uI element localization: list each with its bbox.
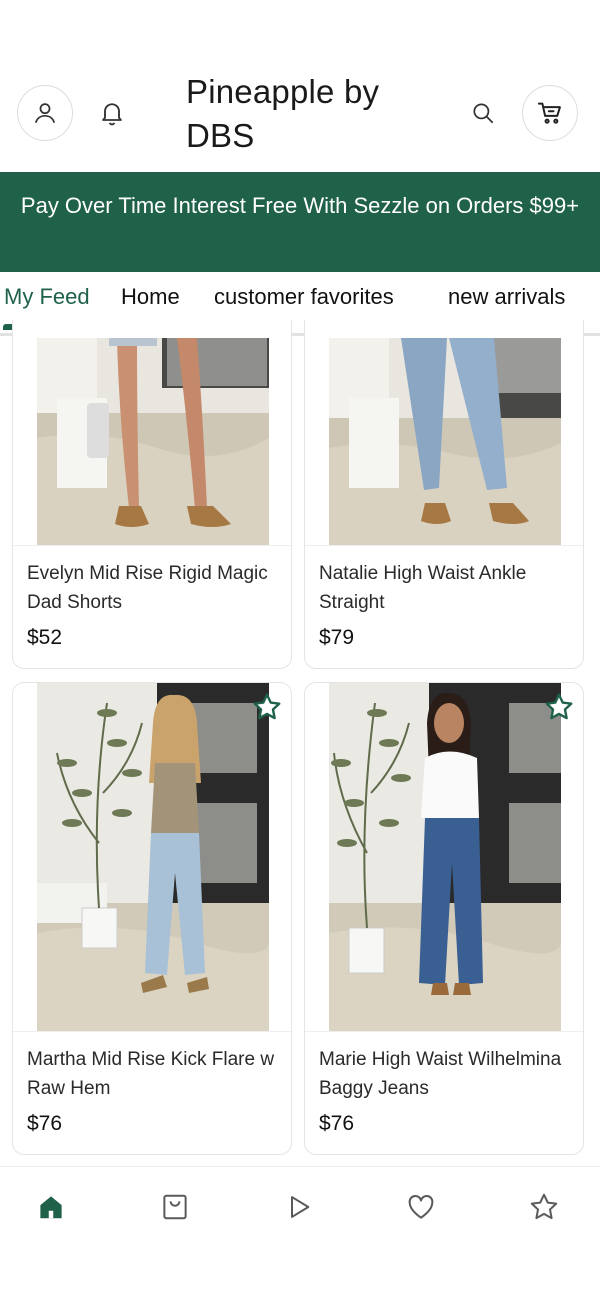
product-image[interactable] xyxy=(329,683,561,1031)
shopping-bag-icon xyxy=(163,1194,187,1220)
product-price: $79 xyxy=(319,626,355,649)
cart-icon xyxy=(537,102,561,124)
nav-wishlist[interactable] xyxy=(401,1187,441,1227)
cart-button[interactable] xyxy=(522,85,578,141)
bell-icon xyxy=(102,103,122,126)
product-card[interactable]: Evelyn Mid Rise Rigid Magic Dad Shorts $… xyxy=(12,320,292,669)
heart-icon xyxy=(408,1195,434,1219)
product-info: Martha Mid Rise Kick Flare w Raw Hem $76 xyxy=(27,1045,281,1136)
product-price: $52 xyxy=(27,626,63,649)
search-button[interactable] xyxy=(463,93,503,133)
product-name[interactable]: Martha Mid Rise Kick Flare w Raw Hem xyxy=(27,1045,281,1103)
search-icon xyxy=(473,103,494,124)
home-icon xyxy=(40,1196,62,1219)
product-info: Evelyn Mid Rise Rigid Magic Dad Shorts $… xyxy=(27,559,281,650)
product-info: Natalie High Waist Ankle Straight $79 xyxy=(319,559,573,650)
product-price: $76 xyxy=(319,1112,355,1135)
nav-home[interactable] xyxy=(31,1187,71,1227)
tab-new-arrivals[interactable]: new arrivals xyxy=(448,284,565,310)
play-icon xyxy=(291,1196,310,1218)
star-icon xyxy=(530,1193,558,1220)
tab-home[interactable]: Home xyxy=(121,284,180,310)
nav-shop[interactable] xyxy=(155,1187,195,1227)
app-header: Pineapple by DBS xyxy=(0,62,600,170)
product-price: $76 xyxy=(27,1112,63,1135)
promo-banner[interactable]: Pay Over Time Interest Free With Sezzle … xyxy=(0,172,600,272)
product-card[interactable]: Natalie High Waist Ankle Straight $79 xyxy=(304,320,584,669)
card-divider xyxy=(305,1031,583,1032)
favorite-star-icon[interactable] xyxy=(543,691,575,723)
promo-banner-text: Pay Over Time Interest Free With Sezzle … xyxy=(20,193,580,218)
notifications-button[interactable] xyxy=(92,93,132,133)
account-button[interactable] xyxy=(17,85,73,141)
product-name[interactable]: Evelyn Mid Rise Rigid Magic Dad Shorts xyxy=(27,559,281,617)
product-name[interactable]: Marie High Waist Wilhelmina Baggy Jeans xyxy=(319,1045,573,1103)
product-image[interactable] xyxy=(37,338,269,545)
product-image[interactable] xyxy=(37,683,269,1031)
card-divider xyxy=(13,1031,291,1032)
account-icon xyxy=(34,103,56,124)
product-image[interactable] xyxy=(329,338,561,545)
product-card[interactable]: Marie High Waist Wilhelmina Baggy Jeans … xyxy=(304,682,584,1155)
card-divider xyxy=(305,545,583,546)
product-card[interactable]: Martha Mid Rise Kick Flare w Raw Hem $76 xyxy=(12,682,292,1155)
bottom-navigation xyxy=(0,1166,600,1246)
nav-favorites[interactable] xyxy=(524,1187,564,1227)
tab-my-feed[interactable]: My Feed xyxy=(4,284,90,310)
nav-videos[interactable] xyxy=(279,1187,319,1227)
favorite-star-icon[interactable] xyxy=(251,691,283,723)
product-name[interactable]: Natalie High Waist Ankle Straight xyxy=(319,559,573,617)
brand-title: Pineapple by DBS xyxy=(186,73,380,154)
product-info: Marie High Waist Wilhelmina Baggy Jeans … xyxy=(319,1045,573,1136)
tab-customer-favorites[interactable]: customer favorites xyxy=(214,284,394,310)
card-divider xyxy=(13,545,291,546)
